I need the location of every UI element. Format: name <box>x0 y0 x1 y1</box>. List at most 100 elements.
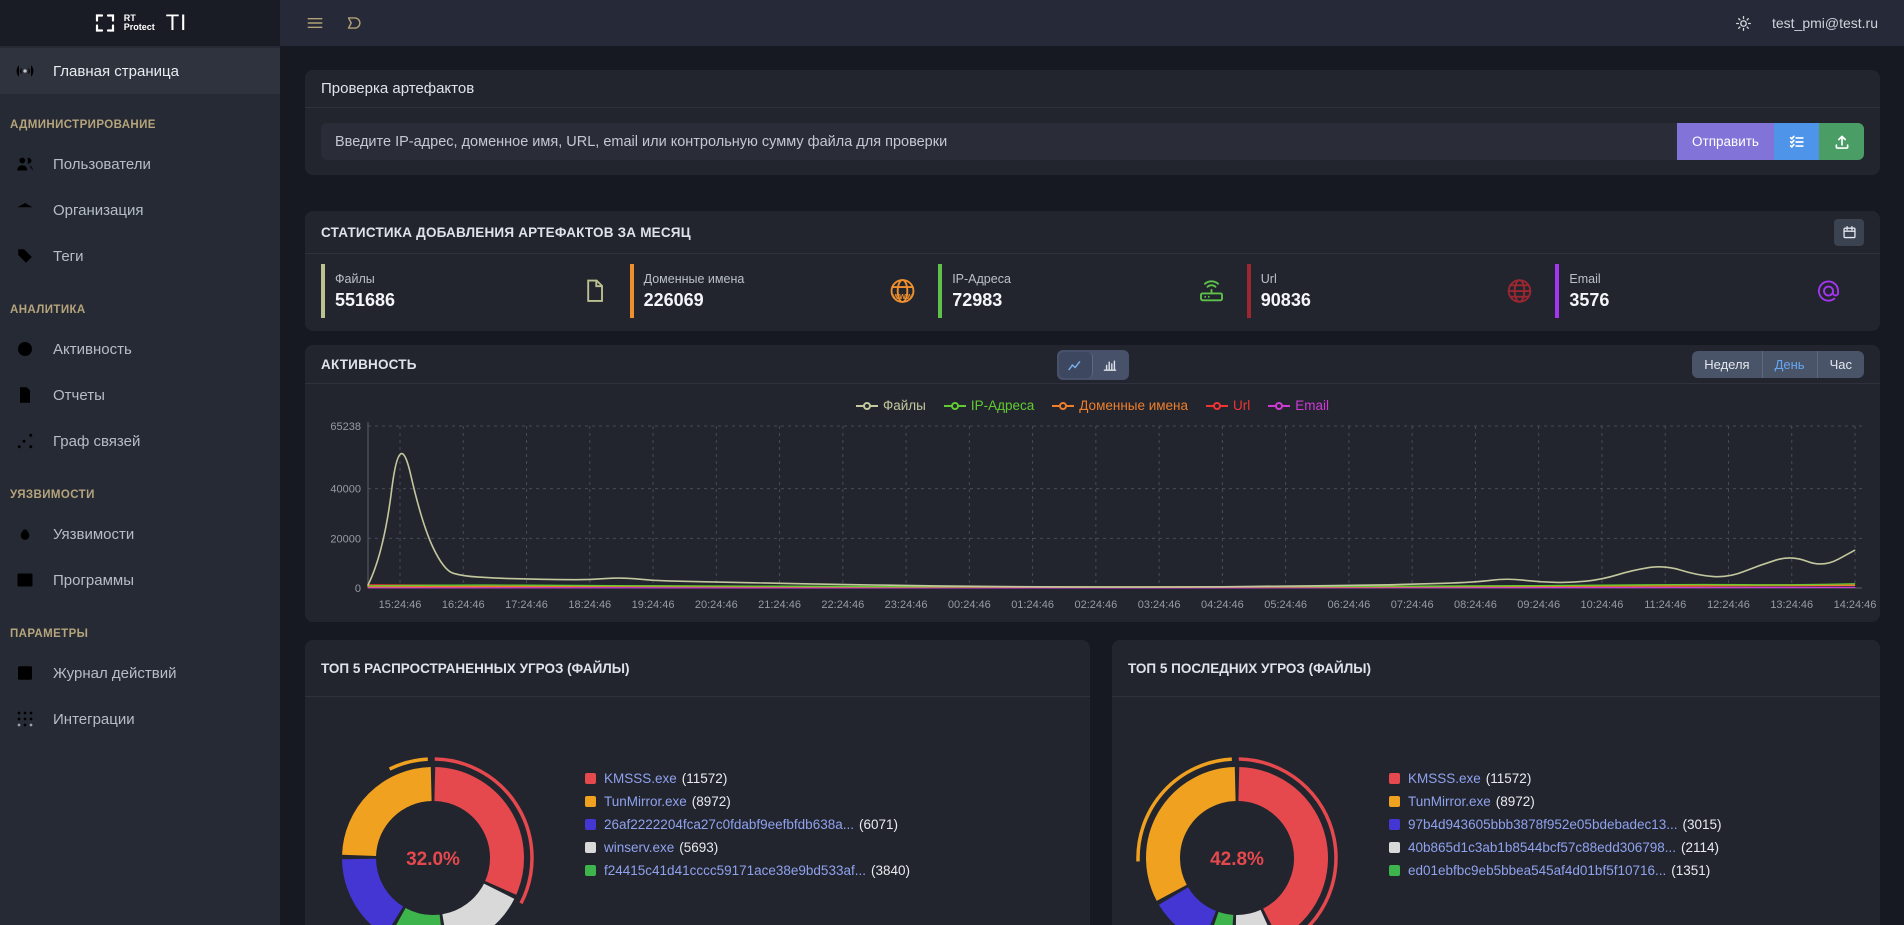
svg-text:WWW: WWW <box>893 292 914 301</box>
artifact-check-row: Отправить <box>305 108 1880 160</box>
sidebar-item-vulnerabilities[interactable]: Уязвимости <box>0 511 280 557</box>
sidebar-item-label: Активность <box>53 341 132 358</box>
svg-text:02:24:46: 02:24:46 <box>1074 599 1117 611</box>
threat-legend-item[interactable]: f24415c41d41cccc59171ace38e9bd533af...(3… <box>585 863 910 878</box>
sidebar-item-programs[interactable]: Программы <box>0 557 280 603</box>
threat-legend-item[interactable]: KMSSS.exe(11572) <box>1389 771 1722 786</box>
sidebar-item-home[interactable]: Главная страница <box>0 48 280 94</box>
stat-card-3: IP-Адреса72983 <box>938 264 1247 318</box>
threat-name-link[interactable]: KMSSS.exe <box>604 771 677 786</box>
threat-legend-item[interactable]: 40b865d1c3ab1b8544bcf57c88edd306798...(2… <box>1389 840 1722 855</box>
svg-text:05:24:46: 05:24:46 <box>1264 599 1307 611</box>
sidebar-item-label: Уязвимости <box>53 526 134 543</box>
bulk-check-list-button[interactable] <box>1774 123 1819 160</box>
threat-legend-item[interactable]: 26af2222204fca27c0fdabf9eefbfdb638a... (6… <box>585 817 910 832</box>
svg-text:16:24:46: 16:24:46 <box>442 599 485 611</box>
legend-item[interactable]: Email <box>1268 398 1329 413</box>
svg-text:17:24:46: 17:24:46 <box>505 599 548 611</box>
legend-label: Доменные имена <box>1079 398 1188 413</box>
activity-panel: АКТИВНОСТЬ НеделяДеньЧас Файлы IP-Адреса Д… <box>305 345 1880 622</box>
threat-name-link[interactable]: 97b4d943605bbb3878f952e05bdebadec13... <box>1408 817 1678 832</box>
svg-text:18:24:46: 18:24:46 <box>568 599 611 611</box>
legend-color-swatch <box>585 796 596 807</box>
sidebar-item-label: Отчеты <box>53 387 105 404</box>
history-flag-button[interactable] <box>344 14 362 32</box>
period-button[interactable]: День <box>1763 351 1818 378</box>
menu-toggle-button[interactable] <box>306 14 324 32</box>
sidebar-item-graph[interactable]: Граф связей <box>0 418 280 464</box>
theme-toggle-sun-icon[interactable] <box>1735 15 1752 32</box>
legend-item[interactable]: Url <box>1206 398 1250 413</box>
sidebar-item-activity[interactable]: Активность <box>0 326 280 372</box>
stat-card-5: Email3576 <box>1555 264 1864 318</box>
threat-count: (8972) <box>1496 794 1535 809</box>
sidebar-section-header: АНАЛИТИКА <box>0 279 280 326</box>
threat-name-link[interactable]: 26af2222204fca27c0fdabf9eefbfdb638a... <box>604 817 854 832</box>
sidebar-item-action-log[interactable]: Журнал действий <box>0 650 280 696</box>
sidebar-item-label: Организация <box>53 202 143 219</box>
submit-button[interactable]: Отправить <box>1677 123 1774 160</box>
threat-legend-item[interactable]: TunMirror.exe(8972) <box>585 794 910 809</box>
legend-color-swatch <box>585 819 596 830</box>
broadcast-icon <box>15 61 35 81</box>
threat-legend-item[interactable]: ed01ebfbc9eb5bbea545af4d01bf5f10716...(1… <box>1389 863 1722 878</box>
activity-title: АКТИВНОСТЬ <box>321 357 417 372</box>
line-chart-mode-button[interactable] <box>1059 352 1093 378</box>
at-icon <box>1815 278 1842 305</box>
artifact-check-header: Проверка артефактов <box>305 70 1880 108</box>
sidebar-item-label: Главная страница <box>53 63 179 80</box>
legend-color-swatch <box>1389 842 1400 853</box>
stat-cards: Файлы551686Доменные имена226069WWWIP-Адр… <box>305 254 1880 318</box>
threat-legend-item[interactable]: winserv.exe (5693) <box>585 840 910 855</box>
threat-count: (5693) <box>679 840 718 855</box>
legend-label: Файлы <box>883 398 926 413</box>
clock-icon <box>15 339 35 359</box>
threat-name-link[interactable]: TunMirror.exe <box>1408 794 1491 809</box>
threat-legend-item[interactable]: 97b4d943605bbb3878f952e05bdebadec13...(3… <box>1389 817 1722 832</box>
period-button[interactable]: Неделя <box>1692 351 1762 378</box>
legend-label: IP-Адреса <box>971 398 1034 413</box>
sidebar-item-organization[interactable]: Организация <box>0 187 280 233</box>
artifact-search-input[interactable] <box>321 123 1677 160</box>
activity-legend: Файлы IP-Адреса Доменные имена Url Email <box>305 398 1880 413</box>
legend-item[interactable]: IP-Адреса <box>944 398 1034 413</box>
upload-file-button[interactable] <box>1819 123 1864 160</box>
sidebar-item-reports[interactable]: Отчеты <box>0 372 280 418</box>
threat-name-link[interactable]: winserv.exe <box>604 840 674 855</box>
sidebar-item-label: Пользователи <box>53 156 151 173</box>
legend-item[interactable]: Доменные имена <box>1052 398 1188 413</box>
stats-panel: СТАТИСТИКА ДОБАВЛЕНИЯ АРТЕФАКТОВ ЗА МЕСЯ… <box>305 211 1880 331</box>
top-recent-threats-title: ТОП 5 ПОСЛЕДНИХ УГРОЗ (ФАЙЛЫ) <box>1128 661 1371 676</box>
donut-center-label: 42.8% <box>1210 849 1264 870</box>
threat-legend-item[interactable]: KMSSS.exe (11572) <box>585 771 910 786</box>
top-recent-threats-header: ТОП 5 ПОСЛЕДНИХ УГРОЗ (ФАЙЛЫ) <box>1112 640 1880 697</box>
svg-text:11:24:46: 11:24:46 <box>1644 599 1686 611</box>
sidebar-item-label: Интеграции <box>53 711 135 728</box>
threat-name-link[interactable]: f24415c41d41cccc59171ace38e9bd533af... <box>604 863 866 878</box>
svg-text:13:24:46: 13:24:46 <box>1770 599 1813 611</box>
legend-item[interactable]: Файлы <box>856 398 926 413</box>
legend-label: Email <box>1295 398 1329 413</box>
svg-text:12:24:46: 12:24:46 <box>1707 599 1750 611</box>
threat-name-link[interactable]: TunMirror.exe <box>604 794 687 809</box>
threat-legend-item[interactable]: TunMirror.exe (8972) <box>1389 794 1722 809</box>
sidebar-item-label: Программы <box>53 572 134 589</box>
terminal-icon <box>15 570 35 590</box>
bar-chart-mode-button[interactable] <box>1093 352 1127 378</box>
sidebar-item-tags[interactable]: Теги <box>0 233 280 279</box>
svg-text:15:24:46: 15:24:46 <box>379 599 422 611</box>
account-email[interactable]: test_pmi@test.ru <box>1772 15 1878 31</box>
svg-text:01:24:46: 01:24:46 <box>1011 599 1054 611</box>
threat-name-link[interactable]: KMSSS.exe <box>1408 771 1481 786</box>
threat-name-link[interactable]: ed01ebfbc9eb5bbea545af4d01bf5f10716... <box>1408 863 1666 878</box>
threat-name-link[interactable]: 40b865d1c3ab1b8544bcf57c88edd306798... <box>1408 840 1676 855</box>
top-recent-threats-legend: KMSSS.exe(11572) TunMirror.exe (8972) 97b4d… <box>1389 771 1722 878</box>
sidebar-item-integrations[interactable]: Интеграции <box>0 696 280 742</box>
sidebar-item-users[interactable]: Пользователи <box>0 141 280 187</box>
threat-count: (11572) <box>682 771 728 786</box>
period-button[interactable]: Час <box>1818 351 1864 378</box>
svg-text:21:24:46: 21:24:46 <box>758 599 801 611</box>
threat-count: (6071) <box>859 817 898 832</box>
bug-icon <box>15 524 35 544</box>
calendar-button[interactable] <box>1834 219 1864 246</box>
